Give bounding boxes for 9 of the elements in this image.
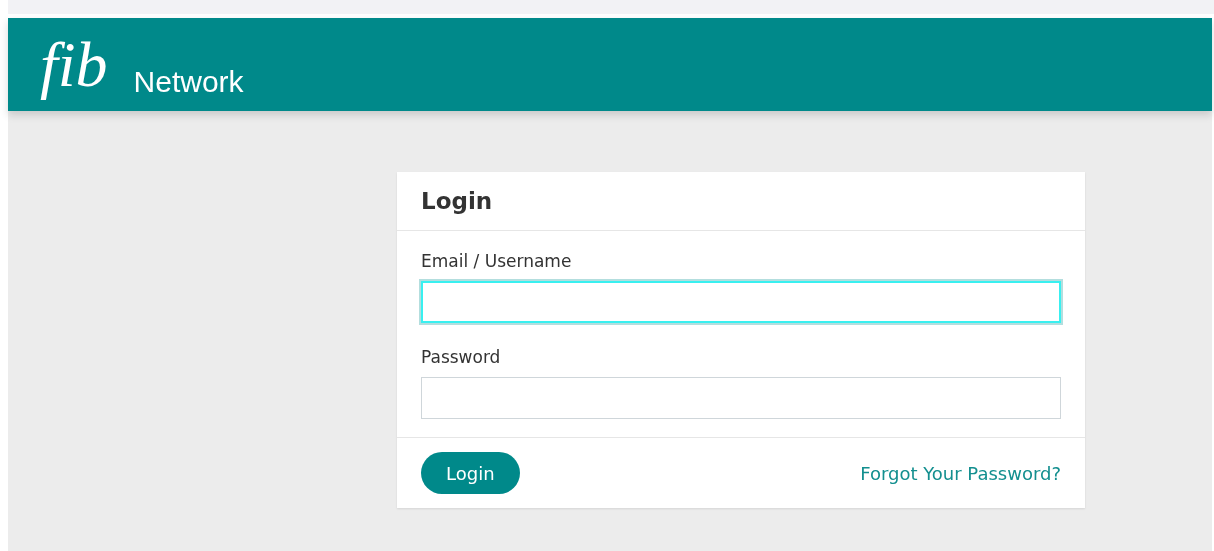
logo-text: Network: [133, 65, 244, 100]
field-label: Email / Username: [421, 251, 573, 271]
input-field[interactable]: [421, 281, 1061, 323]
card-title: Login: [421, 188, 494, 214]
login-button[interactable]: Login: [421, 452, 520, 494]
logo-mark: fib: [40, 33, 108, 102]
forgot-password-link[interactable]: Forgot Your Password?: [860, 462, 1061, 484]
input-field[interactable]: [421, 377, 1061, 419]
field-label: Password: [421, 347, 502, 367]
